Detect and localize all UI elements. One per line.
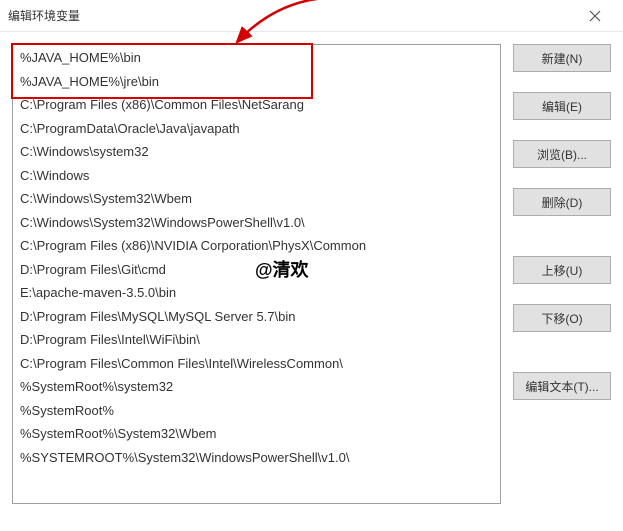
window-title: 编辑环境变量 [8,7,575,24]
list-item[interactable]: %SystemRoot%\System32\Wbem [14,422,499,446]
list-item[interactable]: %SystemRoot%\system32 [14,375,499,399]
list-item[interactable]: D:\Program Files\Intel\WiFi\bin\ [14,328,499,352]
movedown-button[interactable]: 下移(O) [513,304,611,332]
list-item[interactable]: C:\Windows\System32\WindowsPowerShell\v1… [14,211,499,235]
list-item[interactable]: D:\Program Files\MySQL\MySQL Server 5.7\… [14,305,499,329]
moveup-button[interactable]: 上移(U) [513,256,611,284]
list-item[interactable]: D:\Program Files\Git\cmd [14,258,499,282]
list-item[interactable]: C:\Program Files (x86)\NVIDIA Corporatio… [14,234,499,258]
list-item[interactable]: C:\Program Files (x86)\Common Files\NetS… [14,93,499,117]
list-item[interactable]: C:\Program Files\Common Files\Intel\Wire… [14,352,499,376]
close-icon[interactable] [575,0,615,32]
env-var-listbox[interactable]: %JAVA_HOME%\bin %JAVA_HOME%\jre\bin C:\P… [12,44,501,504]
delete-button[interactable]: 删除(D) [513,188,611,216]
list-item[interactable]: %JAVA_HOME%\jre\bin [14,70,499,94]
new-button[interactable]: 新建(N) [513,44,611,72]
browse-button[interactable]: 浏览(B)... [513,140,611,168]
dialog-content: %JAVA_HOME%\bin %JAVA_HOME%\jre\bin C:\P… [0,32,623,504]
list-item[interactable]: %JAVA_HOME%\bin [14,46,499,70]
edittext-button[interactable]: 编辑文本(T)... [513,372,611,400]
list-item[interactable]: %SYSTEMROOT%\System32\WindowsPowerShell\… [14,446,499,470]
list-item[interactable]: C:\Windows\system32 [14,140,499,164]
button-column: 新建(N) 编辑(E) 浏览(B)... 删除(D) 上移(U) 下移(O) 编… [513,44,611,504]
list-item[interactable]: C:\ProgramData\Oracle\Java\javapath [14,117,499,141]
list-item[interactable]: C:\Windows\System32\Wbem [14,187,499,211]
list-item[interactable]: %SystemRoot% [14,399,499,423]
list-item[interactable]: E:\apache-maven-3.5.0\bin [14,281,499,305]
list-item[interactable]: C:\Windows [14,164,499,188]
titlebar: 编辑环境变量 [0,0,623,32]
edit-button[interactable]: 编辑(E) [513,92,611,120]
